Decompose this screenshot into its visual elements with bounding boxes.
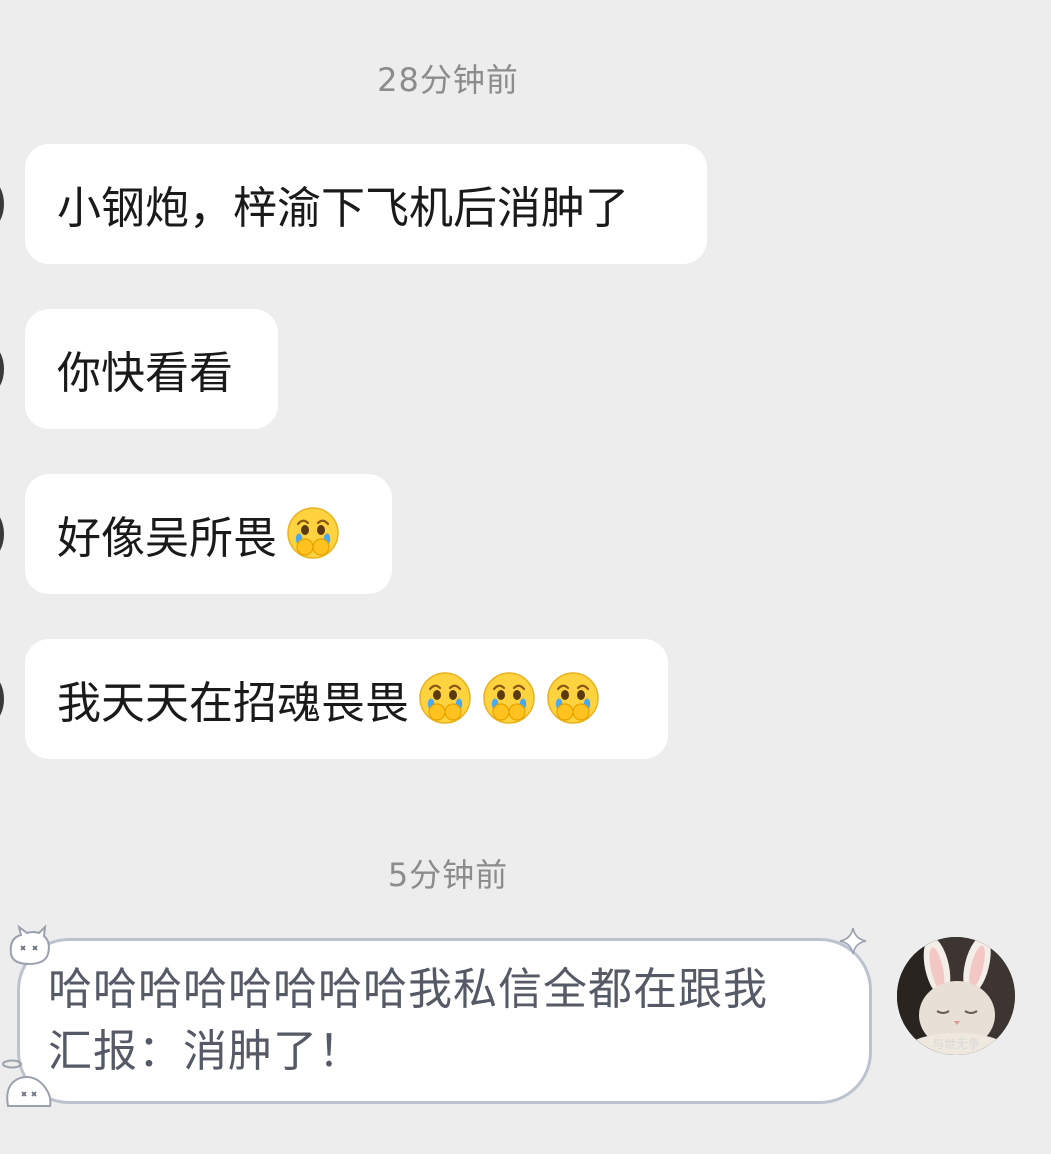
message-text: 小钢炮，梓渝下飞机后消肿了 [57,183,629,234]
timestamp: 5分钟前 [387,856,509,894]
message-text-line: 哈哈哈哈哈哈哈哈我私信全都在跟我 [48,964,768,1015]
message-text: 好像吴所畏 [57,513,277,564]
cover-mouth-crying-emoji-icon [419,672,471,724]
incoming-message[interactable]: 你快看看 [25,309,278,429]
ghost-sticker-icon [2,1059,52,1107]
incoming-message[interactable]: 我天天在招魂畏畏 [25,639,668,759]
avatar-caption: 与世无争 [931,1037,980,1051]
message-text: 你快看看 [57,348,233,399]
cover-mouth-crying-emoji-icon [483,672,535,724]
cover-mouth-crying-emoji-icon [287,507,339,559]
sender-avatar[interactable] [0,181,4,227]
my-avatar[interactable]: 与世无争 [897,937,1015,1055]
incoming-message[interactable]: 好像吴所畏 [25,474,392,594]
incoming-message[interactable]: 小钢炮，梓渝下飞机后消肿了 [25,144,707,264]
sender-avatar[interactable] [0,346,4,392]
timestamp: 28分钟前 [377,61,519,99]
message-text-line: 汇报：消肿了！ [48,1026,363,1077]
message-text: 我天天在招魂畏畏 [57,678,409,729]
sender-avatar[interactable] [0,676,4,722]
cat-sticker-icon [9,924,50,966]
sender-avatar[interactable] [0,511,4,557]
cover-mouth-crying-emoji-icon [547,672,599,724]
outgoing-message[interactable]: 哈哈哈哈哈哈哈哈我私信全都在跟我 汇报：消肿了！ [17,938,872,1104]
sparkle-icon [839,927,867,955]
